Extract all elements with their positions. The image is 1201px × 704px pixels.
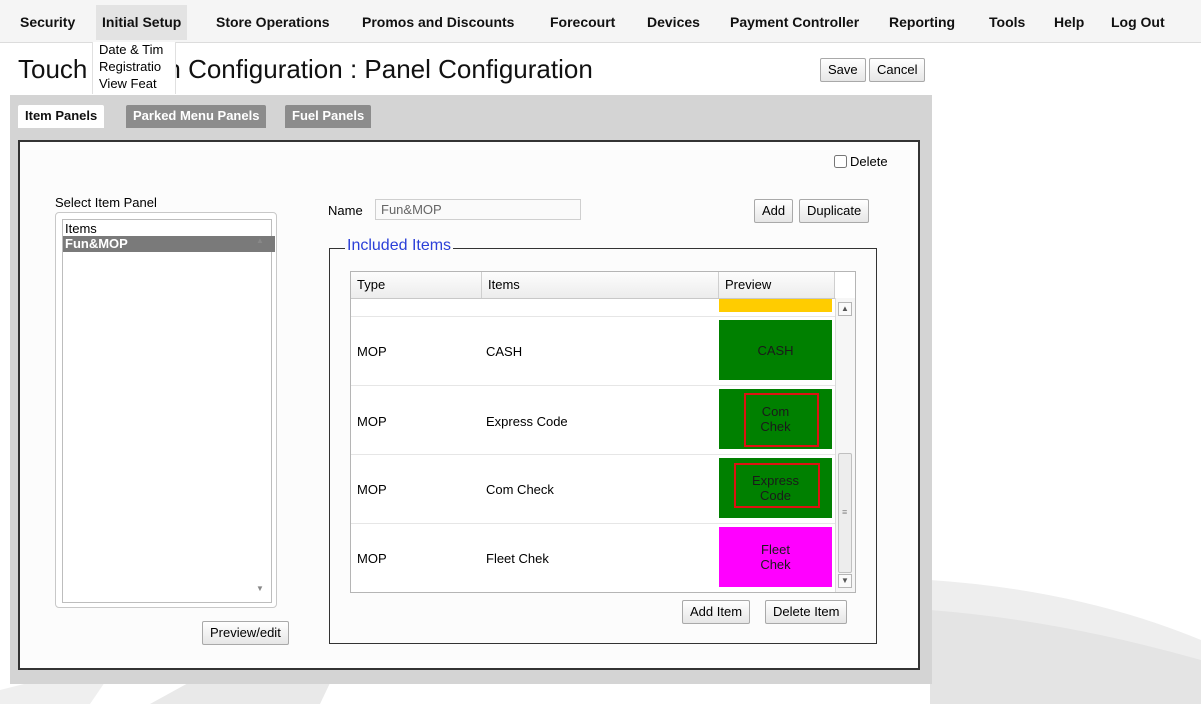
item-panel-editor: Delete Select Item Panel Items Fun&MOP ▲… [18,140,920,670]
top-nav: Security Initial Setup Store Operations … [0,0,1201,43]
row-item: CASH [486,344,523,359]
row-type: MOP [357,551,387,566]
dropdown-item-date-time[interactable]: Date & Tim [99,42,163,57]
nav-tools[interactable]: Tools [989,14,1025,30]
highlight-box [744,393,819,447]
nav-promos-discounts[interactable]: Promos and Discounts [362,14,514,30]
preview-swatch: Fleet Chek [719,527,832,587]
delete-label: Delete [850,154,888,169]
column-header-preview[interactable]: Preview [719,272,835,298]
nav-reporting[interactable]: Reporting [889,14,955,30]
chevron-up-icon[interactable]: ▲ [256,236,264,245]
initial-setup-dropdown: Date & Tim Registratio View Feat [92,42,176,94]
page-title-part1: Touch [18,54,88,84]
included-items-grid: Type Items Preview MOP CASH CASH MOP Exp… [350,271,856,593]
list-item-selected[interactable]: Fun&MOP [63,236,275,252]
table-row[interactable] [351,299,835,317]
nav-forecourt[interactable]: Forecourt [550,14,615,30]
included-items-legend: Included Items [345,237,454,255]
row-type: MOP [357,344,387,359]
add-item-button[interactable]: Add Item [682,600,751,624]
name-field[interactable] [375,199,581,220]
grid-header: Type Items Preview [351,272,835,299]
table-row[interactable]: MOP Com Check Express Code [351,455,835,524]
page-title-part2: n Configuration : Panel Configuration [166,54,593,84]
delete-checkbox[interactable] [834,155,847,168]
dropdown-item-view-features[interactable]: View Feat [99,76,157,91]
preview-edit-button[interactable]: Preview/edit [202,621,289,645]
item-panel-listbox-frame: Items Fun&MOP ▲ ▼ [55,212,277,608]
row-item: Express Code [486,414,568,429]
grid-scrollbar[interactable]: ▲ ≡ ▼ [835,298,855,592]
row-type: MOP [357,482,387,497]
nav-initial-setup[interactable]: Initial Setup [96,5,188,40]
name-label: Name [328,203,363,218]
scroll-down-icon[interactable]: ▼ [838,574,852,588]
column-header-items[interactable]: Items [482,272,719,298]
delete-checkbox-label[interactable]: Delete [834,154,888,169]
panel-container: Delete Select Item Panel Items Fun&MOP ▲… [10,128,932,684]
nav-payment-controller[interactable]: Payment Controller [730,14,859,30]
dropdown-item-registration[interactable]: Registratio [99,59,161,74]
nav-security[interactable]: Security [20,14,75,30]
scroll-up-icon[interactable]: ▲ [838,302,852,316]
delete-item-button[interactable]: Delete Item [765,600,848,624]
nav-store-operations[interactable]: Store Operations [216,14,330,30]
scroll-grip-icon: ≡ [842,507,848,517]
nav-log-out[interactable]: Log Out [1111,14,1165,30]
table-row[interactable]: MOP CASH CASH [351,317,835,386]
tab-fuel-panels[interactable]: Fuel Panels [285,105,372,128]
item-panel-listbox[interactable]: Items Fun&MOP ▲ ▼ [62,219,275,603]
add-button[interactable]: Add [754,199,794,223]
preview-swatch: CASH [719,320,832,380]
table-row[interactable]: MOP Fleet Chek Fleet Chek [351,524,835,592]
list-item[interactable]: Items [63,221,97,237]
duplicate-button[interactable]: Duplicate [799,199,870,223]
preview-swatch [719,299,832,312]
select-item-panel-label: Select Item Panel [55,195,157,210]
table-row[interactable]: MOP Express Code Com Chek [351,386,835,455]
tab-parked-menu-panels[interactable]: Parked Menu Panels [126,105,267,128]
row-item: Fleet Chek [486,551,549,566]
column-header-type[interactable]: Type [351,272,482,298]
tab-item-panels[interactable]: Item Panels [18,105,105,128]
row-item: Com Check [486,482,554,497]
cancel-button[interactable]: Cancel [869,58,926,82]
highlight-box [734,463,820,508]
save-button[interactable]: Save [820,58,866,82]
nav-devices[interactable]: Devices [647,14,700,30]
row-type: MOP [357,414,387,429]
tab-strip: Item Panels Parked Menu Panels Fuel Pane… [10,95,932,128]
nav-help[interactable]: Help [1054,14,1084,30]
chevron-down-icon[interactable]: ▼ [256,584,264,593]
